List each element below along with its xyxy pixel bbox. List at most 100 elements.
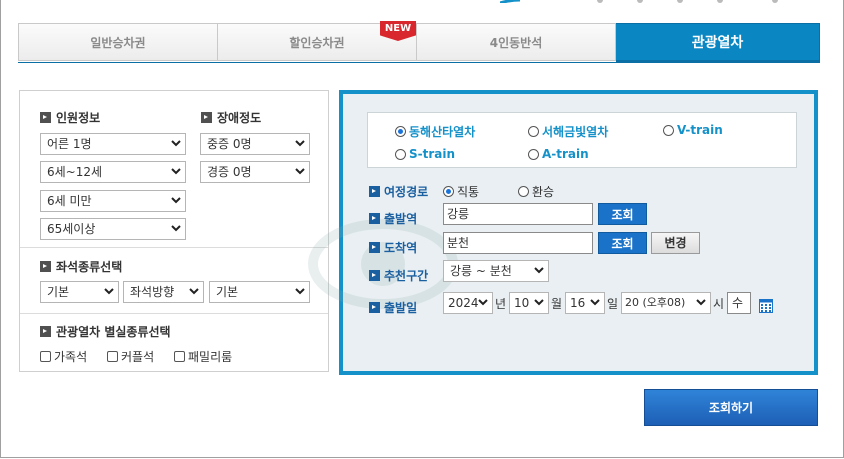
radio-dot[interactable] — [663, 124, 674, 136]
arrival-label: 도착역 — [369, 239, 417, 256]
checkbox-box[interactable] — [174, 351, 185, 362]
senior-select[interactable]: 65세이상 — [40, 218, 186, 240]
departure-station-input[interactable]: 강릉 — [443, 203, 593, 225]
row-label-text: 출발역 — [384, 212, 418, 226]
radio-label: 서해금빛열차 — [542, 125, 609, 139]
swap-stations-button[interactable]: 변경 — [651, 232, 700, 254]
tab-label: 일반승차권 — [90, 36, 146, 50]
tab-label: 4인동반석 — [489, 36, 543, 50]
select-value: 10 — [514, 296, 530, 310]
chevron-down-icon — [534, 261, 544, 274]
seat-type-select[interactable]: 기본 — [40, 281, 119, 303]
checkbox-box[interactable] — [107, 351, 118, 362]
day-unit: 일 — [607, 297, 619, 311]
checkbox-box[interactable] — [40, 351, 51, 362]
tabs-underline — [18, 62, 820, 63]
section-label: 장애정도 — [217, 111, 262, 125]
select-value: 6세 미만 — [47, 194, 92, 208]
select-value: 강릉 ~ 분천 — [450, 264, 512, 278]
hour-select[interactable]: 20 (오후08) — [621, 292, 711, 314]
radio-dot[interactable] — [528, 126, 539, 137]
arrow-square-icon — [369, 242, 380, 253]
chevron-down-icon — [171, 191, 181, 204]
recommended-section-select[interactable]: 강릉 ~ 분천 — [443, 260, 549, 282]
radio-label: 동해산타열차 — [409, 125, 476, 139]
select-value: 20 (오후08) — [625, 296, 686, 309]
tab-label: 할인승차권 — [289, 36, 345, 50]
button-label: 조회 — [611, 208, 634, 222]
select-value: 65세이상 — [47, 222, 96, 236]
chevron-down-icon — [104, 282, 114, 295]
adult-select[interactable]: 어른 1명 — [40, 133, 186, 155]
new-badge: NEW — [380, 21, 416, 41]
arrival-lookup-button[interactable]: 조회 — [598, 232, 647, 254]
calendar-icon[interactable] — [759, 299, 773, 313]
radio-dot[interactable] — [395, 126, 406, 137]
arrival-station-input[interactable]: 분천 — [443, 232, 593, 254]
radio-dot[interactable] — [518, 186, 529, 197]
severe-disability-select[interactable]: 중증 0명 — [200, 133, 310, 155]
checkbox-label: 커플석 — [121, 350, 155, 364]
departure-lookup-button[interactable]: 조회 — [598, 203, 647, 225]
family-room-checkbox[interactable]: 패밀리룸 — [174, 348, 232, 365]
tab-four-seat[interactable]: 4인동반석 — [417, 23, 616, 61]
arrow-square-icon — [40, 261, 51, 272]
couple-seat-checkbox[interactable]: 커플석 — [107, 348, 154, 365]
ticket-tabs: 일반승차권 할인승차권 NEW 4인동반석 관광열차 — [18, 21, 820, 63]
arrow-square-icon — [201, 112, 212, 123]
select-value: 좌석방향 — [130, 285, 175, 299]
row-label-text: 출발일 — [384, 301, 418, 315]
child-select[interactable]: 6세~12세 — [40, 161, 186, 183]
seat-direction-select[interactable]: 좌석방향 — [123, 281, 204, 303]
tab-discount[interactable]: 할인승차권 NEW — [218, 21, 417, 61]
month-select[interactable]: 10 — [509, 292, 549, 314]
tab-general[interactable]: 일반승차권 — [18, 23, 218, 61]
radio-label: S-train — [409, 147, 456, 161]
arrow-square-icon — [369, 186, 380, 197]
tab-label: 관광열차 — [691, 35, 744, 51]
train-radio-a-train[interactable]: A-train — [528, 147, 589, 161]
train-radio-s-train[interactable]: S-train — [395, 147, 455, 161]
hour-unit: 시 — [713, 297, 725, 311]
train-selector: 동해산타열차 서해금빛열차 V-train S-train A-train — [367, 112, 797, 168]
select-value: 중증 0명 — [207, 137, 252, 151]
route-transfer-radio[interactable]: 환승 — [518, 183, 554, 200]
arrow-square-icon — [40, 112, 51, 123]
chevron-down-icon — [534, 293, 544, 306]
checkbox-label: 패밀리룸 — [188, 350, 233, 364]
weekday-value: 수 — [732, 296, 744, 310]
radio-label: 직통 — [457, 185, 480, 199]
route-direct-radio[interactable]: 직통 — [443, 183, 479, 200]
search-submit-button[interactable]: 조회하기 — [644, 389, 818, 426]
passenger-panel: 인원정보 장애정도 어른 1명 6세~12세 6세 미만 65세이상 중증 0명… — [19, 90, 329, 372]
train-radio-west-gold[interactable]: 서해금빛열차 — [528, 123, 608, 140]
radio-label: A-train — [542, 147, 589, 161]
infant-select[interactable]: 6세 미만 — [40, 190, 186, 212]
day-select[interactable]: 16 — [565, 292, 605, 314]
input-value: 강릉 — [447, 207, 470, 221]
seat-position-select[interactable]: 기본 — [209, 281, 310, 303]
radio-dot[interactable] — [443, 186, 454, 197]
passengers-title: 인원정보 — [40, 109, 100, 126]
departure-label: 출발역 — [369, 210, 417, 227]
radio-dot[interactable] — [395, 148, 406, 160]
special-room-title: 관광열차 별실종류선택 — [40, 323, 171, 340]
section-label: 좌석종류선택 — [56, 260, 123, 274]
train-radio-east-santa[interactable]: 동해산타열차 — [395, 123, 475, 140]
section-label: 인원정보 — [56, 111, 101, 125]
button-label: 조회 — [611, 237, 634, 251]
year-unit: 년 — [495, 297, 507, 311]
train-radio-v-train[interactable]: V-train — [663, 123, 723, 137]
radio-label: V-train — [677, 123, 723, 137]
year-select[interactable]: 2024 — [443, 292, 493, 314]
chevron-down-icon — [696, 293, 706, 306]
section-label: 관광열차 별실종류선택 — [56, 325, 171, 339]
select-value: 6세~12세 — [47, 165, 103, 179]
date-label: 출발일 — [369, 299, 417, 316]
family-seat-checkbox[interactable]: 가족석 — [40, 348, 87, 365]
select-value: 기본 — [216, 285, 239, 299]
mild-disability-select[interactable]: 경증 0명 — [200, 161, 310, 183]
radio-dot[interactable] — [528, 148, 539, 160]
tab-tourist-train[interactable]: 관광열차 — [616, 23, 820, 63]
chevron-down-icon — [171, 162, 181, 175]
